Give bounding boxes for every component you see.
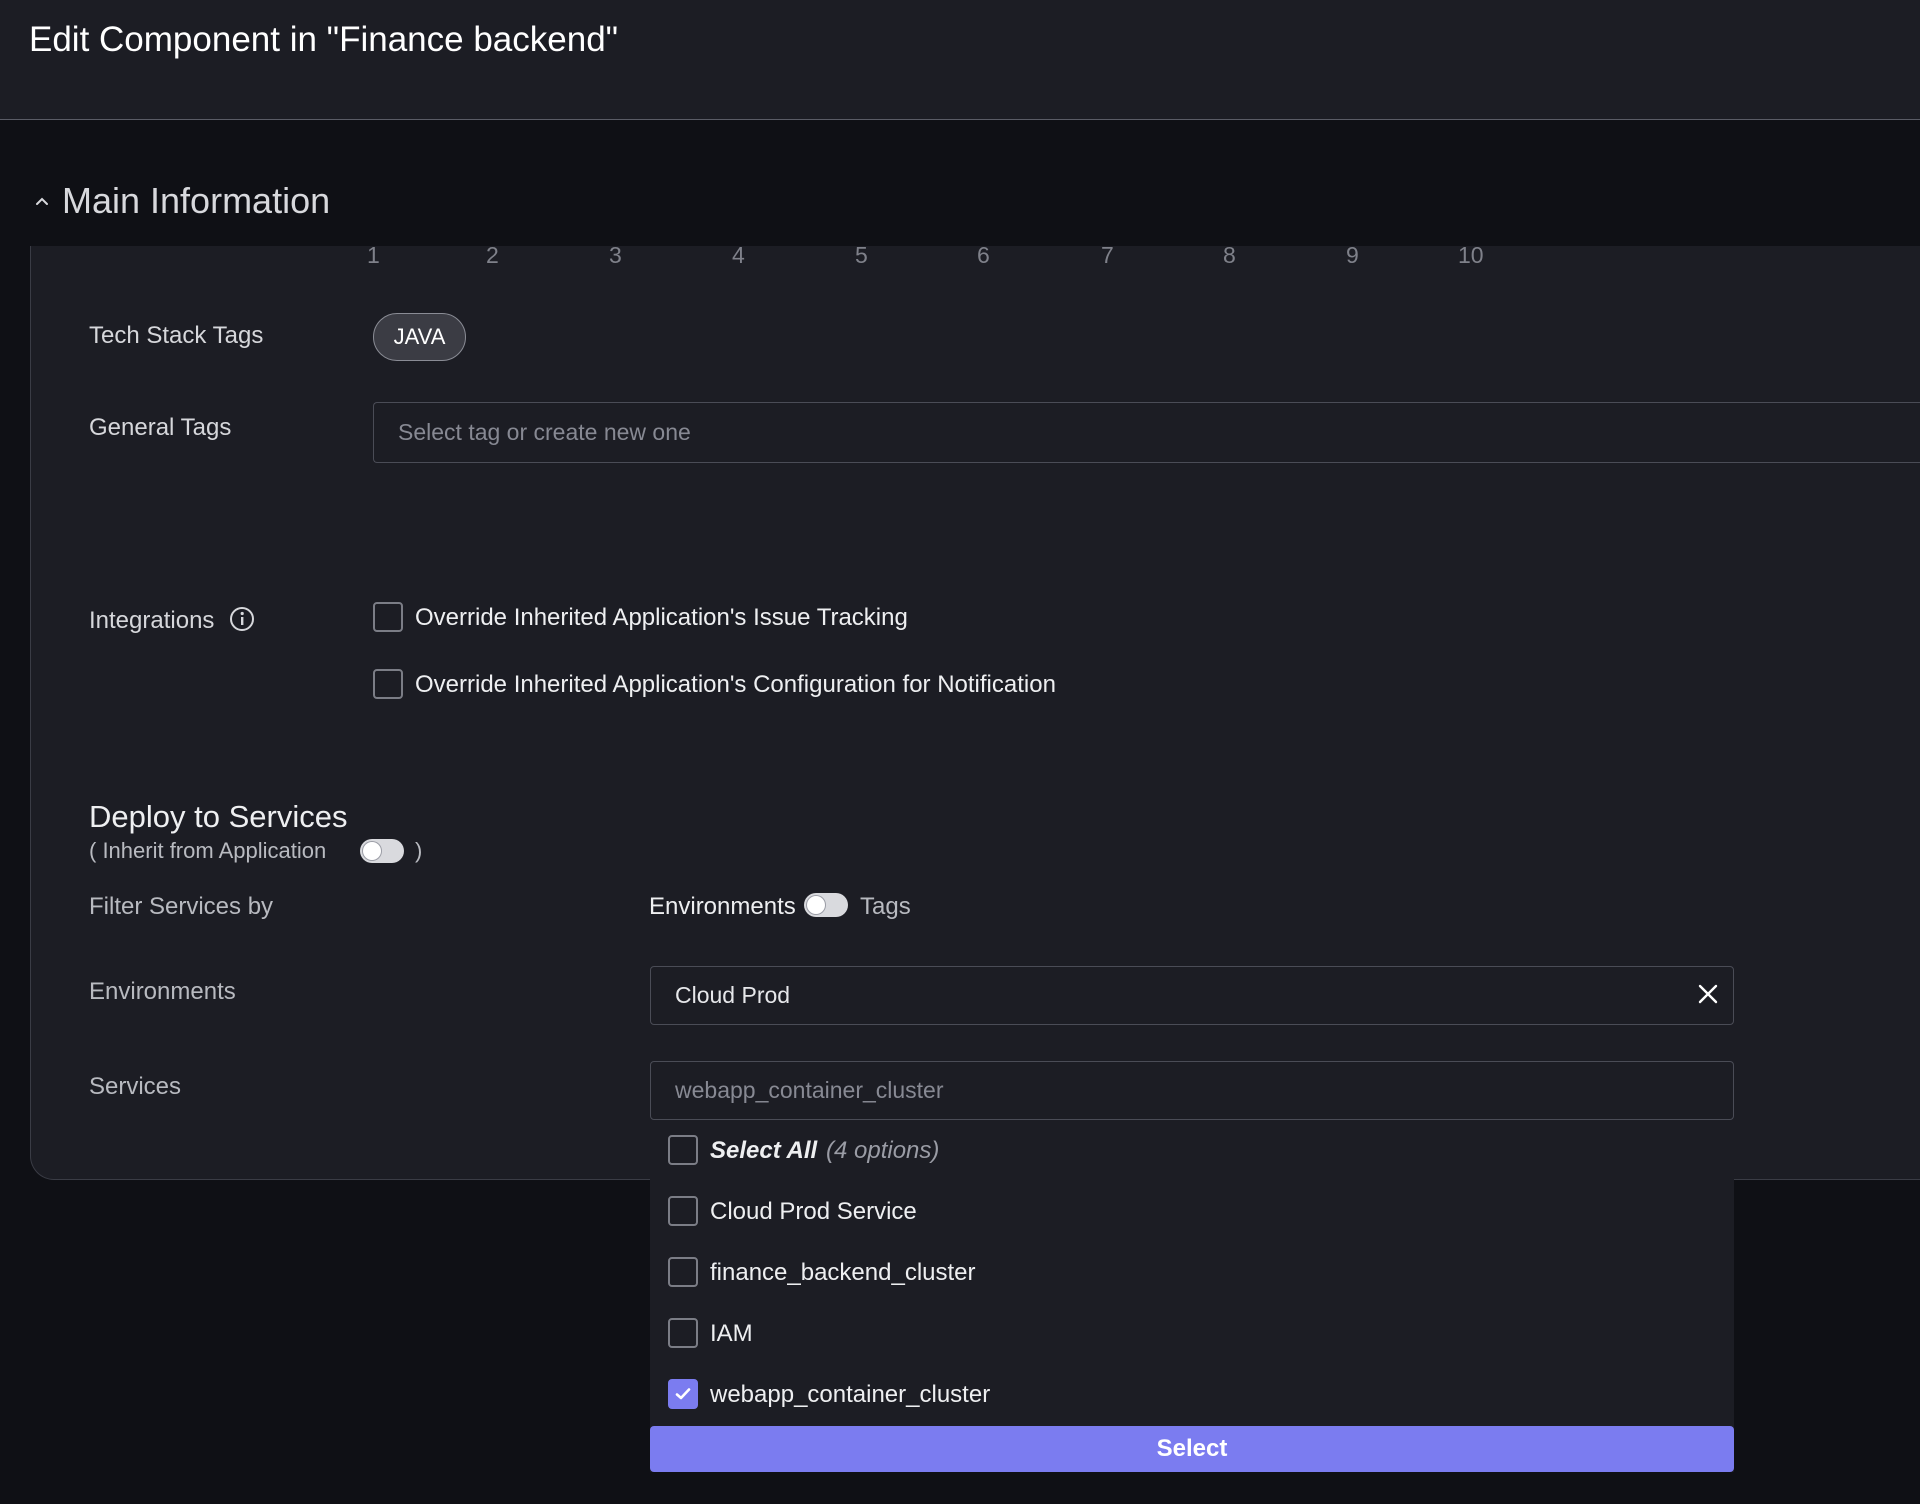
select-all-checkbox[interactable] <box>668 1135 698 1165</box>
scale-number: 1 <box>367 242 380 268</box>
override-issue-tracking-label[interactable]: Override Inherited Application's Issue T… <box>415 604 908 632</box>
services-dropdown <box>650 1120 1734 1472</box>
services-label: Services <box>89 1073 182 1100</box>
inherit-from-application-label: ( Inherit from Application <box>89 838 327 863</box>
tag-chip-java[interactable]: JAVA <box>373 313 466 361</box>
tech-stack-tags-label: Tech Stack Tags <box>89 322 264 349</box>
scale-number: 9 <box>1346 242 1359 268</box>
scale-number: 5 <box>855 242 868 268</box>
main-information-panel <box>30 246 1920 1180</box>
option-label-cloud-prod-service[interactable]: Cloud Prod Service <box>710 1198 917 1226</box>
general-tags-label: General Tags <box>89 414 232 441</box>
environments-select[interactable]: Cloud Prod <box>650 966 1734 1025</box>
dialog-header: Edit Component in "Finance backend" <box>0 0 1920 120</box>
override-notification-label[interactable]: Override Inherited Application's Configu… <box>415 671 1056 699</box>
scale-number: 8 <box>1223 242 1236 268</box>
section-toggle-main-information[interactable]: Main Information <box>34 180 330 222</box>
general-tags-placeholder: Select tag or create new one <box>398 419 691 445</box>
info-icon[interactable] <box>229 606 255 632</box>
integrations-label: Integrations <box>89 607 215 634</box>
scale-number: 7 <box>1101 242 1114 268</box>
inherit-closing-paren: ) <box>415 838 423 863</box>
services-input[interactable]: webapp_container_cluster <box>650 1061 1734 1120</box>
inherit-from-application-toggle[interactable] <box>360 839 404 863</box>
override-issue-tracking-checkbox[interactable] <box>373 602 403 632</box>
filter-tags-option[interactable]: Tags <box>860 893 911 921</box>
option-checkbox-webapp-container-cluster[interactable] <box>668 1379 698 1409</box>
environments-value: Cloud Prod <box>675 982 791 1008</box>
filter-services-toggle[interactable] <box>804 893 848 917</box>
toggle-knob <box>363 842 381 860</box>
override-notification-checkbox[interactable] <box>373 669 403 699</box>
chevron-up-icon <box>36 197 48 205</box>
environments-label: Environments <box>89 978 236 1005</box>
deploy-to-services-title: Deploy to Services <box>89 799 348 834</box>
page-title: Edit Component in "Finance backend" <box>29 20 619 59</box>
general-tags-input[interactable]: Select tag or create new one <box>373 402 1920 463</box>
option-checkbox-cloud-prod-service[interactable] <box>668 1196 698 1226</box>
select-button[interactable]: Select <box>650 1426 1734 1472</box>
scale-number: 4 <box>732 242 745 268</box>
checkmark-icon <box>675 1388 691 1400</box>
services-placeholder: webapp_container_cluster <box>675 1077 944 1103</box>
toggle-knob <box>807 896 825 914</box>
scale-number: 2 <box>486 242 499 268</box>
close-icon[interactable] <box>1697 983 1719 1005</box>
option-label-webapp-container-cluster[interactable]: webapp_container_cluster <box>710 1381 990 1409</box>
option-label-iam[interactable]: IAM <box>710 1320 753 1348</box>
filter-environments-option[interactable]: Environments <box>649 893 796 921</box>
select-all-label[interactable]: Select All <box>710 1137 817 1165</box>
option-label-finance-backend-cluster[interactable]: finance_backend_cluster <box>710 1259 976 1287</box>
select-all-count: (4 options) <box>826 1137 940 1164</box>
option-checkbox-finance-backend-cluster[interactable] <box>668 1257 698 1287</box>
filter-services-label: Filter Services by <box>89 893 274 920</box>
option-checkbox-iam[interactable] <box>668 1318 698 1348</box>
scale-number: 10 <box>1458 242 1484 268</box>
scale-number: 6 <box>977 242 990 268</box>
section-title: Main Information <box>62 180 331 221</box>
scale-number: 3 <box>609 242 622 268</box>
